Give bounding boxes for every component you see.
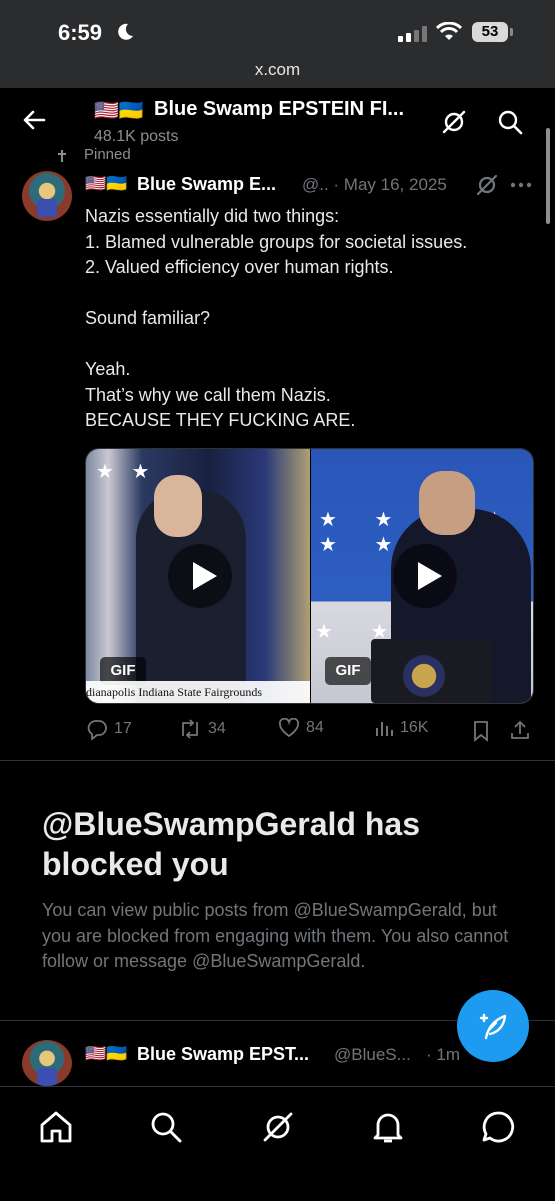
explore-icon[interactable]	[146, 1107, 186, 1147]
profile-title: Blue Swamp EPSTEIN FI...	[154, 98, 405, 120]
grok-icon[interactable]	[258, 1107, 298, 1147]
views-button[interactable]: 16K	[374, 718, 428, 738]
profile-header: 🇺🇸🇺🇦 Blue Swamp EPSTEIN FI... 48.1K post…	[0, 88, 555, 154]
presidential-seal	[403, 655, 445, 697]
media-gif-left[interactable]: ★ ★ GIF dianapolis Indiana State Fairgro…	[86, 449, 310, 703]
blocked-description: You can view public posts from @BlueSwam…	[42, 900, 509, 971]
compose-button[interactable]	[457, 990, 529, 1062]
post-count: 48.1K posts	[94, 128, 179, 145]
repost-icon	[182, 719, 198, 739]
notifications-icon[interactable]	[368, 1107, 408, 1147]
cellular-signal-icon	[398, 26, 427, 42]
battery-indicator: 53	[472, 22, 508, 42]
author-flags: 🇺🇸🇺🇦	[85, 1044, 128, 1063]
more-icon[interactable]	[510, 181, 532, 189]
battery-cap	[510, 28, 513, 36]
media-gif-right[interactable]: ★ ★ ★ ★ ★ ★ ★ ★ GIF	[311, 449, 533, 703]
status-bar: 6:59 53 x.com	[0, 0, 555, 88]
grok-icon[interactable]	[475, 173, 499, 197]
post-text: Nazis essentially did two things: 1. Bla…	[85, 206, 468, 430]
post-meta[interactable]: @.. · May 16, 2025	[302, 175, 447, 195]
header-flags: 🇺🇸🇺🇦	[94, 100, 144, 122]
wifi-icon	[436, 22, 462, 40]
author-flags: 🇺🇸🇺🇦	[85, 174, 128, 193]
pin-icon	[58, 150, 66, 162]
repost-button[interactable]: 34	[178, 718, 226, 740]
search-icon[interactable]	[496, 108, 524, 136]
views-icon	[376, 722, 393, 736]
flag-stars: ★ ★	[96, 461, 156, 483]
bottom-navigation	[0, 1086, 555, 1201]
post-time[interactable]: · 1m	[426, 1045, 460, 1065]
like-icon	[278, 718, 300, 738]
play-button[interactable]	[393, 544, 457, 608]
pinned-label: Pinned	[84, 146, 131, 160]
gif-badge: GIF	[325, 657, 371, 685]
avatar[interactable]	[22, 1040, 72, 1086]
post-media[interactable]: ★ ★ GIF dianapolis Indiana State Fairgro…	[85, 448, 534, 704]
speaker-face	[154, 475, 202, 537]
play-button[interactable]	[168, 544, 232, 608]
reply-button[interactable]: 17	[86, 718, 132, 740]
share-icon[interactable]	[509, 719, 531, 741]
like-button[interactable]: 84	[278, 718, 324, 738]
author-handle[interactable]: @BlueS...	[334, 1045, 411, 1065]
like-count: 84	[306, 719, 324, 736]
author-name[interactable]: Blue Swamp EPST...	[137, 1044, 309, 1065]
address-bar-url[interactable]: x.com	[0, 60, 555, 80]
media-caption: dianapolis Indiana State Fairgrounds	[86, 681, 310, 703]
compose-icon	[479, 1013, 507, 1040]
views-count: 16K	[400, 719, 429, 736]
home-icon[interactable]	[36, 1107, 76, 1147]
status-time: 6:59	[58, 20, 103, 45]
avatar[interactable]	[22, 171, 72, 221]
reply-count: 17	[114, 720, 132, 737]
author-name[interactable]: Blue Swamp E...	[137, 174, 276, 195]
grok-icon[interactable]	[440, 108, 468, 136]
post-actions: 17 34 84 16K	[0, 718, 555, 748]
reply-icon	[87, 720, 107, 740]
blocked-title: @BlueSwampGerald has blocked you	[42, 806, 420, 882]
messages-icon[interactable]	[478, 1107, 518, 1147]
moon-icon	[118, 23, 133, 40]
scrollbar[interactable]	[546, 128, 550, 224]
bookmark-icon[interactable]	[471, 720, 491, 742]
back-arrow-icon[interactable]	[20, 106, 48, 134]
repost-count: 34	[208, 720, 226, 737]
speaker-face	[419, 471, 475, 535]
divider	[0, 760, 555, 761]
